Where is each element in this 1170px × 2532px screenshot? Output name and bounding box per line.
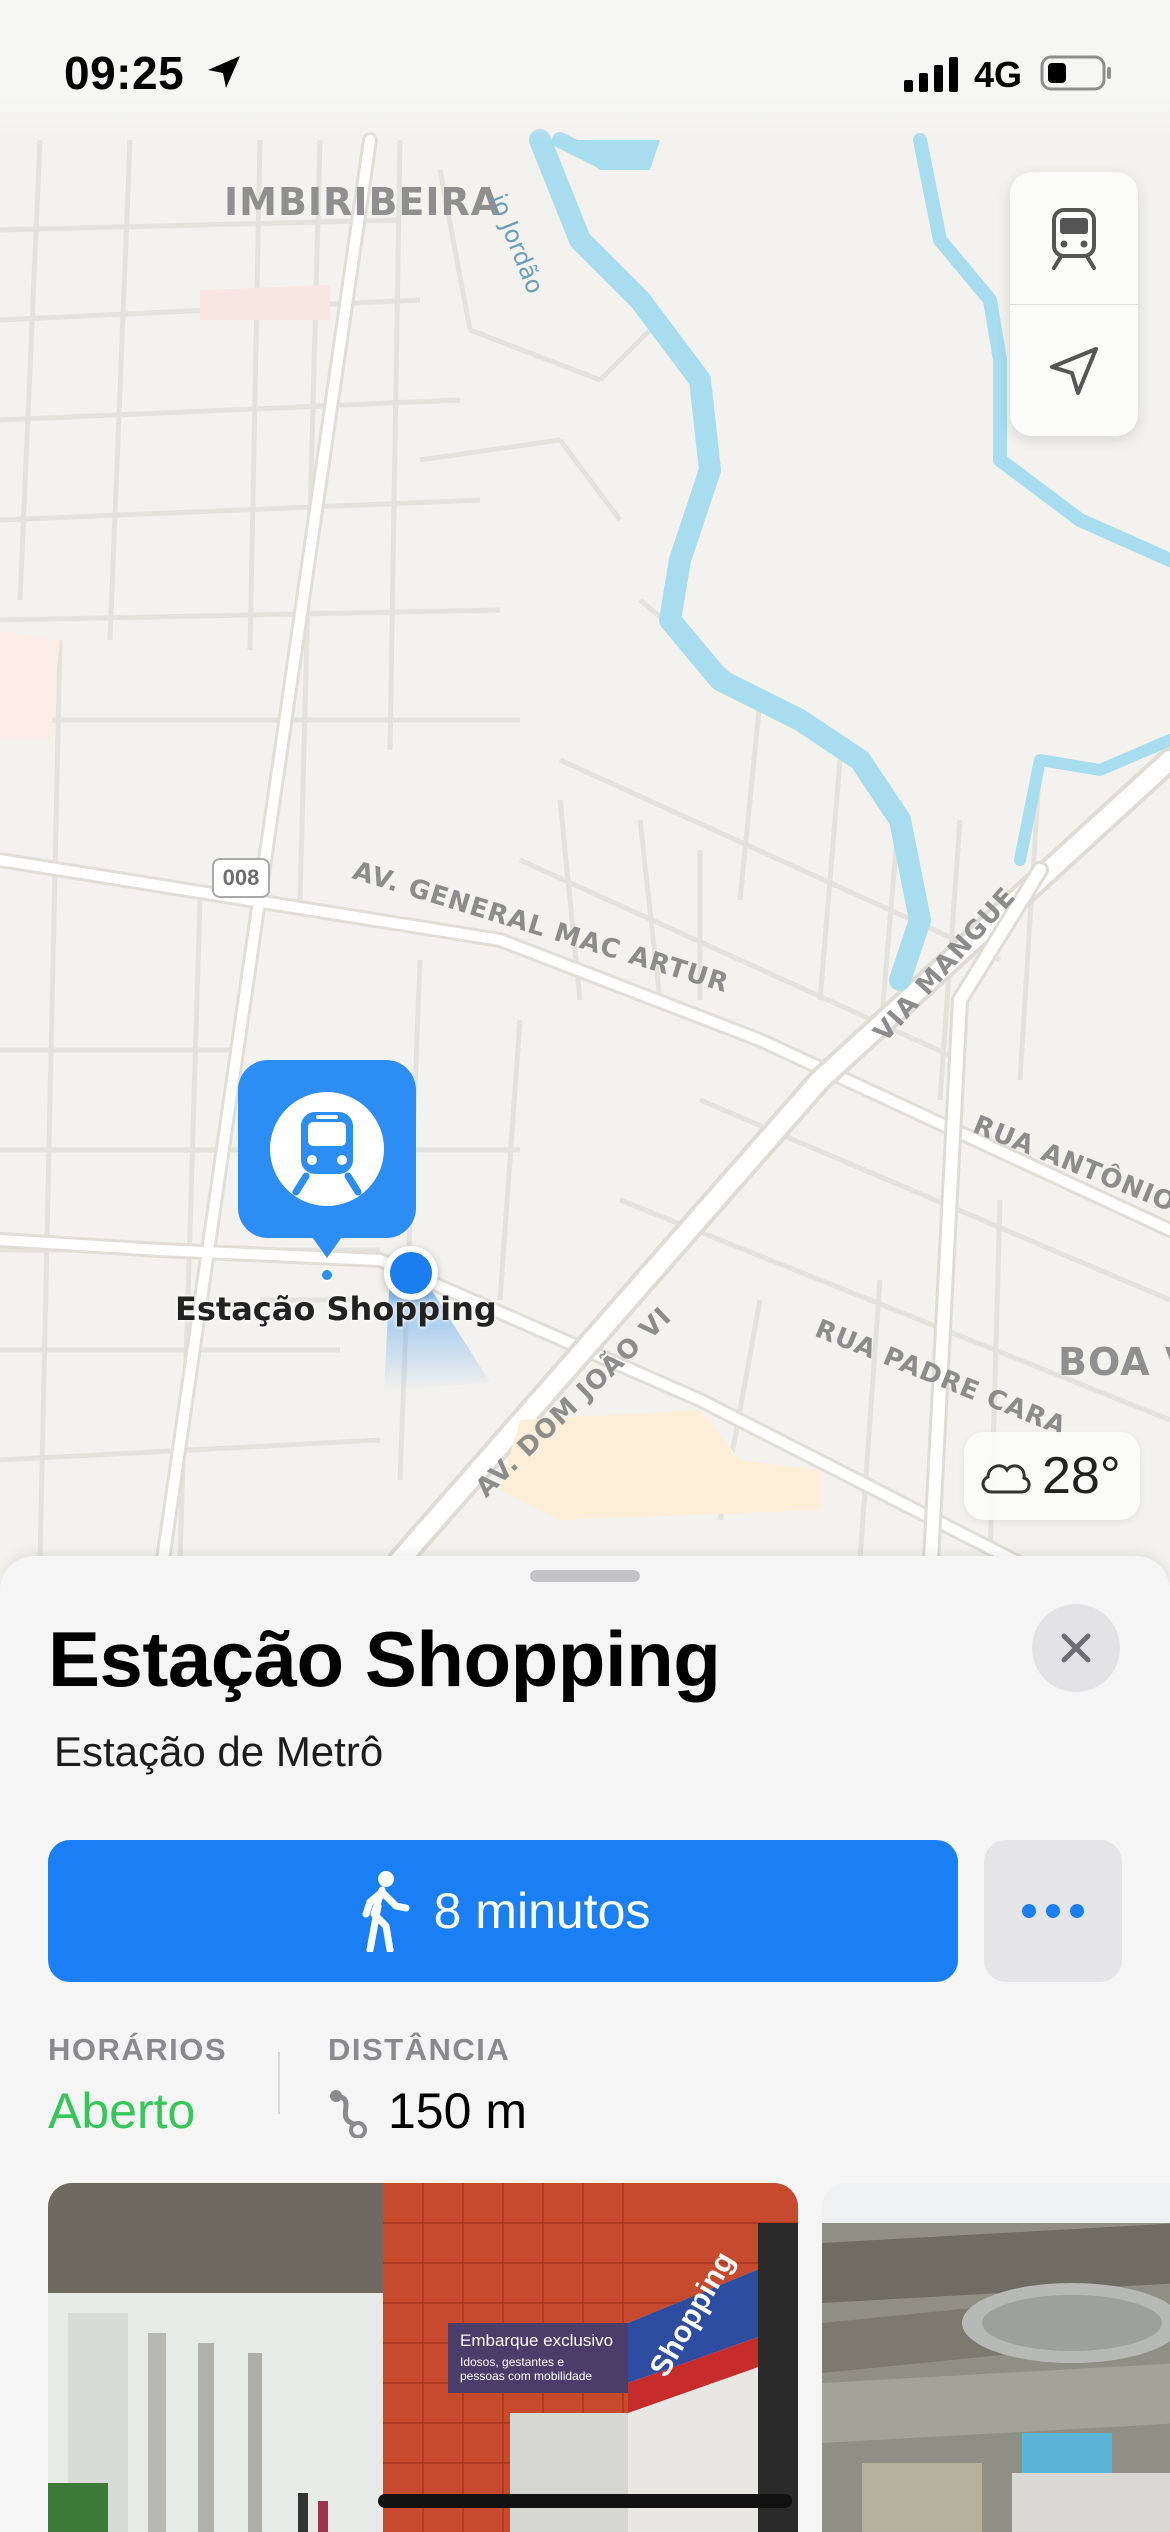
pin-label[interactable]: Estação Shopping bbox=[175, 1290, 497, 1328]
route-shield: 008 bbox=[212, 858, 270, 898]
map-controls bbox=[1010, 172, 1138, 436]
current-location-button[interactable] bbox=[1010, 304, 1138, 436]
aerial-photo-image bbox=[822, 2183, 1170, 2532]
status-time: 09:25 bbox=[64, 47, 185, 99]
sheet-grabber[interactable] bbox=[530, 1570, 640, 1582]
close-button[interactable] bbox=[1032, 1604, 1120, 1692]
neighborhood-label: BOA V bbox=[1058, 1340, 1170, 1384]
place-card-sheet[interactable]: Estação Shopping Estação de Metrô 8 minu… bbox=[0, 1556, 1170, 2532]
location-arrow-icon bbox=[1050, 346, 1098, 395]
more-button[interactable] bbox=[984, 1840, 1122, 1982]
status-bar: 09:25 4G bbox=[0, 0, 1170, 140]
hours-label: HORÁRIOS bbox=[48, 2032, 228, 2067]
distance-value: 150 m bbox=[388, 2083, 527, 2139]
home-indicator[interactable] bbox=[378, 2494, 792, 2508]
neighborhood-label: IMBIRIBEIRA bbox=[224, 180, 502, 224]
place-title: Estação Shopping bbox=[48, 1615, 721, 1703]
walking-time-label: 8 minutos bbox=[433, 1883, 651, 1939]
svg-text:Idosos, gestantes e: Idosos, gestantes e bbox=[460, 2355, 564, 2369]
close-icon bbox=[1061, 1633, 1091, 1663]
place-photo[interactable]: Embarque exclusivo Idosos, gestantes e p… bbox=[48, 2183, 798, 2532]
svg-text:pessoas com mobilidade: pessoas com mobilidade bbox=[460, 2369, 592, 2383]
weather-badge: 28° bbox=[964, 1432, 1140, 1520]
metro-station-pin[interactable] bbox=[238, 1060, 416, 1238]
cloud-icon bbox=[981, 1464, 1031, 1494]
metro-train-icon bbox=[270, 1092, 384, 1206]
transit-mode-button[interactable] bbox=[1010, 172, 1138, 304]
temperature: 28° bbox=[1042, 1447, 1121, 1505]
network-type: 4G bbox=[974, 54, 1023, 95]
pin-tail bbox=[310, 1234, 344, 1258]
more-icon bbox=[1022, 1904, 1084, 1918]
signal-bars-icon bbox=[904, 57, 958, 92]
map-base bbox=[0, 129, 1170, 1580]
info-divider bbox=[278, 2052, 280, 2114]
location-arrow-icon bbox=[208, 56, 240, 88]
distance-label: DISTÂNCIA bbox=[328, 2032, 511, 2067]
station-photo-image: Embarque exclusivo Idosos, gestantes e p… bbox=[48, 2183, 798, 2532]
hours-value[interactable]: Aberto bbox=[48, 2082, 195, 2140]
battery-icon bbox=[1040, 55, 1111, 91]
map-view[interactable]: IMBIRIBEIRA BOA V io Jordão AV. GENERAL … bbox=[0, 0, 1170, 1580]
place-category: Estação de Metrô bbox=[54, 1728, 384, 1775]
photo-sign-text: Embarque exclusivo bbox=[460, 2331, 613, 2350]
route-icon bbox=[330, 2090, 367, 2138]
walking-person-icon bbox=[362, 1871, 410, 1952]
transit-mode-icon bbox=[1052, 208, 1096, 270]
walking-directions-button[interactable]: 8 minutos bbox=[48, 1840, 958, 1982]
place-photo[interactable] bbox=[822, 2183, 1170, 2532]
pin-anchor bbox=[320, 1268, 334, 1282]
